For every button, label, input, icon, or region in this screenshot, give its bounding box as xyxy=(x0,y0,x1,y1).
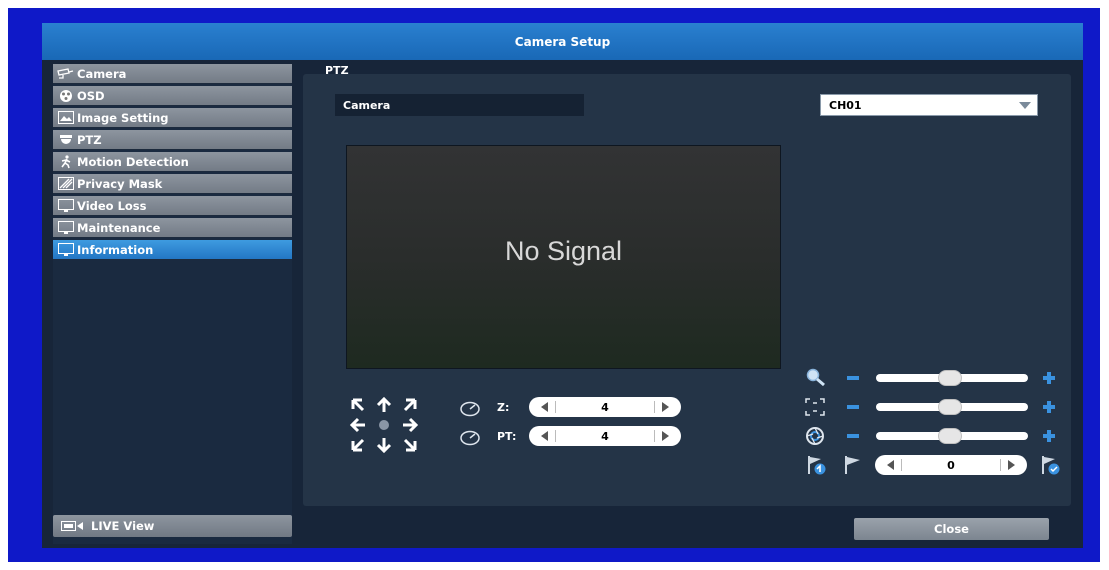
sidebar-item-label: Camera xyxy=(77,66,127,81)
decrease-icon[interactable] xyxy=(541,431,548,441)
iris-plus-button[interactable] xyxy=(1043,430,1055,442)
sidebar-item-video-loss[interactable]: Video Loss xyxy=(53,196,292,216)
sidebar: Camera OSD Image Setting PTZ Motion Dete… xyxy=(53,64,292,544)
zoom-speed-value: 4 xyxy=(601,400,609,414)
window-title: Camera Setup xyxy=(42,23,1083,60)
sidebar-item-motion-detection[interactable]: Motion Detection xyxy=(53,152,292,172)
no-signal-text: No Signal xyxy=(504,235,623,266)
arrow-up-left-icon[interactable] xyxy=(347,396,369,414)
osd-icon xyxy=(57,89,74,103)
sidebar-item-label: Maintenance xyxy=(77,220,161,235)
image-icon xyxy=(57,111,74,125)
zoom-slider[interactable] xyxy=(876,370,1028,386)
arrow-down-icon[interactable] xyxy=(373,436,395,454)
preset-set-flag-icon[interactable] xyxy=(843,455,863,479)
sidebar-item-label: PTZ xyxy=(77,132,102,147)
zoom-minus-button[interactable] xyxy=(847,376,859,380)
live-view-label: LIVE View xyxy=(91,519,155,533)
video-preview: No Signal xyxy=(346,145,781,369)
focus-plus-button[interactable] xyxy=(1043,401,1055,413)
sidebar-item-osd[interactable]: OSD xyxy=(53,86,292,106)
camera-icon xyxy=(57,67,74,81)
live-view-button[interactable]: LIVE View xyxy=(53,515,292,537)
camera-label: Camera xyxy=(335,94,584,116)
arrow-down-left-icon[interactable] xyxy=(347,436,369,454)
preset-go-flag-icon[interactable] xyxy=(806,455,828,479)
sidebar-item-label: Motion Detection xyxy=(77,154,189,169)
ptz-icon xyxy=(57,133,74,147)
arrow-left-icon[interactable] xyxy=(347,416,369,434)
ptz-home-icon[interactable] xyxy=(373,416,395,434)
monitor-icon xyxy=(57,243,74,257)
arrow-right-icon[interactable] xyxy=(399,416,421,434)
arrow-up-right-icon[interactable] xyxy=(399,396,421,414)
iris-slider[interactable] xyxy=(876,428,1028,444)
sidebar-item-privacy-mask[interactable]: Privacy Mask xyxy=(53,174,292,194)
increase-icon[interactable] xyxy=(1008,460,1015,470)
focus-minus-button[interactable] xyxy=(847,405,859,409)
preset-save-flag-icon[interactable] xyxy=(1040,455,1062,479)
iris-icon xyxy=(805,426,825,450)
focus-icon xyxy=(804,397,826,421)
close-button[interactable]: Close xyxy=(854,518,1049,540)
sidebar-item-information[interactable]: Information xyxy=(53,240,292,260)
focus-slider[interactable] xyxy=(876,399,1028,415)
privacy-mask-icon xyxy=(57,177,74,191)
zoom-speed-label: Z: xyxy=(497,401,510,414)
speed-gauge-icon xyxy=(459,428,481,450)
monitor-icon xyxy=(57,221,74,235)
channel-select[interactable]: CH01 xyxy=(820,94,1038,116)
sidebar-item-maintenance[interactable]: Maintenance xyxy=(53,218,292,238)
zoom-plus-button[interactable] xyxy=(1043,372,1055,384)
decrease-icon[interactable] xyxy=(887,460,894,470)
sidebar-item-label: Image Setting xyxy=(77,110,169,125)
arrow-down-right-icon[interactable] xyxy=(399,436,421,454)
sidebar-item-label: Privacy Mask xyxy=(77,176,163,191)
sidebar-item-label: OSD xyxy=(77,88,105,103)
sidebar-item-camera[interactable]: Camera xyxy=(53,64,292,84)
preset-stepper[interactable]: 0 xyxy=(875,455,1027,475)
focus-slider-thumb[interactable] xyxy=(938,399,962,415)
preset-value: 0 xyxy=(947,458,955,472)
pan-tilt-speed-value: 4 xyxy=(601,429,609,443)
chevron-down-icon xyxy=(1019,102,1031,109)
arrow-up-icon[interactable] xyxy=(373,396,395,414)
decrease-icon[interactable] xyxy=(541,402,548,412)
zoom-magnifier-icon xyxy=(806,368,826,390)
pan-tilt-speed-label: PT: xyxy=(497,430,517,443)
sidebar-item-image-setting[interactable]: Image Setting xyxy=(53,108,292,128)
iris-minus-button[interactable] xyxy=(847,434,859,438)
increase-icon[interactable] xyxy=(662,402,669,412)
speed-gauge-icon xyxy=(459,399,481,421)
pan-tilt-speed-stepper[interactable]: 4 xyxy=(529,426,681,446)
sidebar-item-label: Information xyxy=(77,242,154,257)
iris-slider-thumb[interactable] xyxy=(938,428,962,444)
sidebar-item-label: Video Loss xyxy=(77,198,147,213)
zoom-speed-stepper[interactable]: 4 xyxy=(529,397,681,417)
monitor-icon xyxy=(57,199,74,213)
zoom-slider-thumb[interactable] xyxy=(938,370,962,386)
sidebar-item-ptz[interactable]: PTZ xyxy=(53,130,292,150)
increase-icon[interactable] xyxy=(662,431,669,441)
ptz-direction-pad xyxy=(347,396,427,456)
motion-icon xyxy=(57,154,74,169)
live-view-icon xyxy=(61,519,87,533)
channel-select-value: CH01 xyxy=(829,98,862,112)
